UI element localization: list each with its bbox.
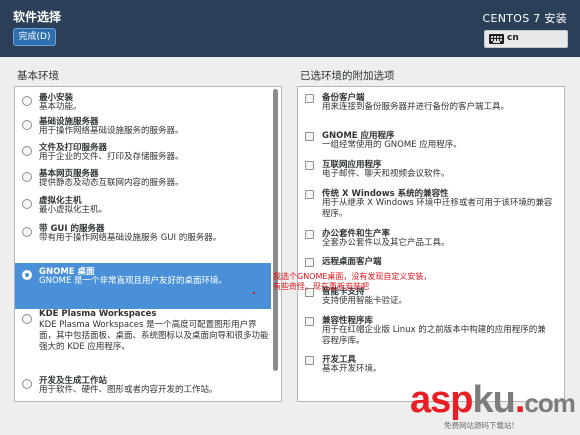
annotation-line-1: 我选个GNOME桌面，没有发现自定义安装，	[273, 272, 432, 281]
addon-desc: 用来连接到备份服务器并进行备份的客户端工具。	[322, 102, 510, 112]
keyboard-layout-label: cn	[507, 33, 519, 43]
radio-button-selected[interactable]	[22, 270, 32, 280]
checkbox[interactable]	[305, 94, 314, 103]
radio-button[interactable]	[22, 314, 32, 324]
checkbox[interactable]	[305, 258, 314, 267]
addons-title: 已选环境的附加选项	[300, 70, 395, 82]
addon-name: 远程桌面客户端	[322, 257, 382, 267]
radio-button[interactable]	[22, 379, 32, 389]
done-button[interactable]: 完成(D)	[13, 28, 56, 46]
addon-desc: 用于在红帽企业版 Linux 的之前版本中构建的应用程序的兼容程序库。	[322, 325, 546, 346]
page-title: 软件选择	[13, 10, 62, 24]
watermark-logo: aspku.com 免费网站源码下载站!	[410, 380, 580, 435]
watermark-wordmark: aspku.com	[410, 379, 576, 421]
radio-button[interactable]	[22, 199, 32, 209]
env-desc: 用于软件、硬件、图形或者内容开发的工作站。	[39, 385, 218, 395]
keyboard-icon	[489, 34, 504, 44]
radio-button[interactable]	[22, 96, 32, 106]
base-env-title: 基本环境	[17, 70, 59, 82]
env-desc: 最小虚拟化主机。	[39, 205, 108, 215]
addon-desc: 支持使用智能卡验证。	[322, 296, 408, 306]
checkbox[interactable]	[305, 230, 314, 239]
annotation-note: 我选个GNOME桌面，没有发现自定义安装， 有些奇怪，现在重新安装吧	[273, 272, 431, 292]
env-desc: 用于操作网络基础设施服务的服务器。	[39, 126, 184, 136]
env-desc: 基本功能。	[39, 102, 82, 112]
keyboard-layout-indicator[interactable]: cn	[484, 30, 568, 48]
annotation-marker	[253, 292, 255, 294]
env-desc: 带有用于操作网络基础设施服务 GUI 的服务器。	[39, 233, 222, 243]
addon-desc: 基本开发环境。	[322, 364, 382, 374]
addon-desc: 用于从继承 X Windows 环境中迁移或者可用于该环境的兼容程序。	[322, 198, 553, 219]
annotation-line-2: 有些奇怪，现在重新安装吧	[273, 282, 369, 291]
env-desc: KDE Plasma Workspaces 是一个高度可配置图形用户界面，其中包…	[39, 320, 269, 352]
base-env-list[interactable]: 最小安装 基本功能。 基础设施服务器 用于操作网络基础设施服务的服务器。 文件及…	[14, 86, 282, 402]
header-bar: 软件选择 完成(D) CENTOS 7 安装 cn	[0, 0, 580, 57]
addons-list[interactable]: 备份客户端 用来连接到备份服务器并进行备份的客户端工具。 GNOME 应用程序 …	[297, 86, 565, 402]
checkbox[interactable]	[305, 356, 314, 365]
watermark-tagline: 免费网站源码下载站!	[444, 421, 515, 430]
scrollbar-thumb[interactable]	[273, 89, 278, 371]
scrollbar[interactable]	[272, 89, 279, 399]
checkbox[interactable]	[305, 190, 314, 199]
radio-button[interactable]	[22, 227, 32, 237]
env-desc: 提供静态及动态互联网内容的服务器。	[39, 178, 184, 188]
product-title: CENTOS 7 安装	[482, 12, 567, 25]
env-name: KDE Plasma Workspaces	[39, 309, 157, 319]
env-desc: 用于企业的文件、打印及存储服务器。	[39, 152, 184, 162]
addon-desc: 全套办公套件以及其它产品工具。	[322, 238, 450, 248]
radio-button[interactable]	[22, 120, 32, 130]
addon-desc: 电子邮件、聊天和视频会议软件。	[322, 169, 450, 179]
radio-button[interactable]	[22, 146, 32, 156]
addon-desc: 一组经常使用的 GNOME 应用程序。	[322, 140, 462, 150]
radio-button[interactable]	[22, 172, 32, 182]
checkbox[interactable]	[305, 161, 314, 170]
checkbox[interactable]	[305, 132, 314, 141]
env-desc: GNOME 是一个非常直观且用户友好的桌面环境。	[39, 276, 228, 286]
checkbox[interactable]	[305, 317, 314, 326]
